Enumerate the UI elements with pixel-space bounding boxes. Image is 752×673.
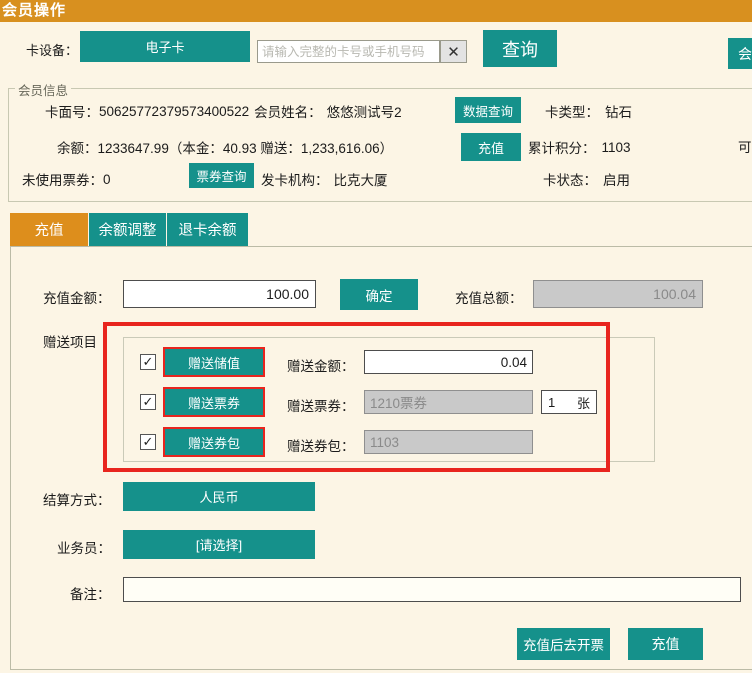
member-operation-window: 会员操作 卡设备： 电子卡 ✕ 查询 会 会员信息 卡面号： 506257723… <box>0 0 752 673</box>
recharge-and-invoice-button[interactable]: 充值后去开票 <box>517 628 610 660</box>
member-shortcut-button[interactable]: 会 <box>728 38 752 69</box>
amount-label: 充值金额： <box>43 287 123 307</box>
clear-search-button[interactable]: ✕ <box>440 40 467 63</box>
gift-ticket-input <box>364 390 533 414</box>
close-icon: ✕ <box>447 43 460 61</box>
amount-input[interactable] <box>123 280 316 308</box>
checkmark-icon: ✓ <box>143 394 154 410</box>
gift-stored-value-checkbox[interactable]: ✓ <box>140 354 156 370</box>
gift-coupon-pack-button[interactable]: 赠送券包 <box>163 427 265 457</box>
gift-ticket-checkbox[interactable]: ✓ <box>140 394 156 410</box>
points-label: 累计积分： <box>528 137 596 157</box>
unused-tickets-label: 未使用票券： <box>22 169 103 189</box>
tab-recharge[interactable]: 充值 <box>10 213 88 246</box>
issuer-value: 比克大厦 <box>334 169 388 189</box>
card-no-label: 卡面号： <box>45 101 99 121</box>
total-label: 充值总额： <box>455 287 523 307</box>
member-name-value: 悠悠测试号2 <box>327 101 402 121</box>
card-search-input[interactable] <box>257 40 440 63</box>
card-type-label: 卡类型： <box>545 101 599 121</box>
checkmark-icon: ✓ <box>143 434 154 450</box>
gift-ticket-qty-value: 1 <box>548 395 555 410</box>
gift-amount-input[interactable] <box>364 350 533 374</box>
remark-input[interactable] <box>123 577 741 602</box>
gift-coupon-pack-label: 赠送券包： <box>287 435 355 455</box>
total-input <box>533 280 703 308</box>
gift-stored-value-button[interactable]: 赠送储值 <box>163 347 265 377</box>
device-label: 卡设备： <box>26 40 78 59</box>
confirm-button[interactable]: 确定 <box>340 279 418 310</box>
gift-ticket-button[interactable]: 赠送票券 <box>163 387 265 417</box>
gift-coupon-pack-input <box>364 430 533 454</box>
card-no-value: 50625772379573400522 <box>99 104 249 119</box>
unused-tickets-value: 0 <box>103 172 111 187</box>
checkmark-icon: ✓ <box>143 354 154 370</box>
card-type-value: 钻石 <box>605 101 632 121</box>
payment-method-label: 结算方式： <box>43 489 111 509</box>
member-recharge-button[interactable]: 充值 <box>461 133 521 161</box>
salesman-label: 业务员： <box>57 537 111 557</box>
tab-balance-adjust[interactable]: 余额调整 <box>89 213 166 246</box>
salesman-select-button[interactable]: [请选择] <box>123 530 315 559</box>
balance-label: 余额： <box>57 137 98 157</box>
gift-ticket-label: 赠送票券： <box>287 395 355 415</box>
issuer-label: 发卡机构： <box>261 169 329 189</box>
gift-coupon-pack-checkbox[interactable]: ✓ <box>140 434 156 450</box>
gift-ticket-qty-box[interactable]: 1 张 <box>541 390 597 414</box>
tab-refund-balance[interactable]: 退卡余额 <box>167 213 248 246</box>
query-button[interactable]: 查询 <box>483 30 557 67</box>
member-name-label: 会员姓名： <box>254 101 322 121</box>
remark-label: 备注： <box>70 583 111 603</box>
clipped-right-text: 可 <box>738 136 752 156</box>
gift-section-label: 赠送项目 <box>43 331 97 351</box>
device-type-button[interactable]: 电子卡 <box>80 31 250 62</box>
ticket-query-button[interactable]: 票券查询 <box>189 163 254 188</box>
gift-ticket-qty-unit: 张 <box>577 393 590 412</box>
member-info-legend: 会员信息 <box>15 80 71 99</box>
window-title: 会员操作 <box>0 0 752 22</box>
payment-method-button[interactable]: 人民币 <box>123 482 315 511</box>
balance-value: 1233647.99（本金：40.93 赠送：1,233,616.06） <box>98 137 394 157</box>
points-value: 1103 <box>602 140 631 155</box>
gift-amount-label: 赠送金额： <box>287 355 355 375</box>
card-status-value: 启用 <box>603 169 630 189</box>
data-query-button[interactable]: 数据查询 <box>455 97 521 123</box>
recharge-submit-button[interactable]: 充值 <box>628 628 703 660</box>
card-status-label: 卡状态： <box>543 169 597 189</box>
